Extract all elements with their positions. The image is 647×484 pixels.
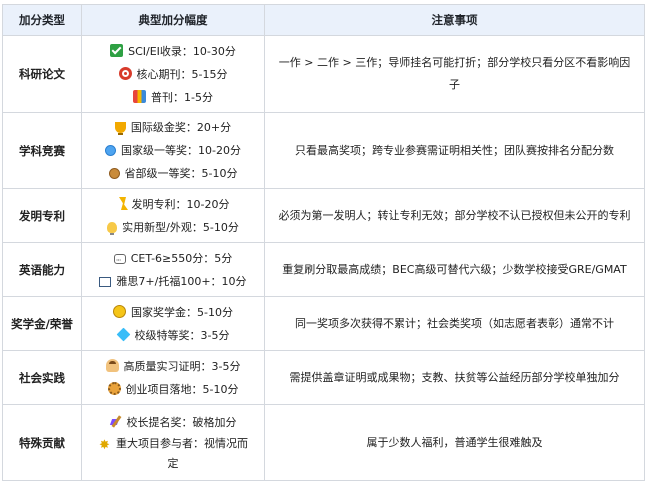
- header-notes: 注意事项: [264, 4, 645, 36]
- row-category: 奖学金/荣誉: [2, 296, 82, 351]
- header-category: 加分类型: [2, 4, 82, 36]
- list-item: 校级特等奖：3-5分: [84, 324, 262, 347]
- header-typical-points: 典型加分幅度: [81, 4, 265, 36]
- list-item: 创业项目落地：5-10分: [84, 378, 262, 401]
- row-category: 学科竞赛: [2, 112, 82, 189]
- row-items: 国家奖学金：5-10分 校级特等奖：3-5分: [81, 296, 265, 351]
- row-items: 国际级金奖：20+分 国家级一等奖：10-20分 省部级一等奖：5-10分: [81, 112, 265, 189]
- list-item: 国际级金奖：20+分: [84, 116, 262, 139]
- book-icon: [133, 89, 147, 103]
- row-note: 同一奖项多次获得不累计；社会类奖项（如志愿者表彰）通常不计: [264, 296, 645, 351]
- list-item: 校长提名奖：破格加分: [84, 411, 262, 434]
- row-category: 英语能力: [2, 242, 82, 297]
- list-item: 雅思7+/托福100+：10分: [84, 270, 262, 293]
- list-item: ✸ 重大项目参与者：视情况而定: [99, 437, 248, 470]
- list-item: 国家级一等奖：10-20分: [84, 139, 262, 162]
- row-category: 社会实践: [2, 350, 82, 405]
- row-category: 特殊贡献: [2, 404, 82, 481]
- person-icon: [105, 358, 119, 372]
- gear-icon: [107, 381, 121, 395]
- note-icon: [99, 276, 112, 287]
- table-row: 社会实践 高质量实习证明：3-5分 创业项目落地：5-10分 需提供盖章证明或成…: [2, 350, 645, 405]
- lightbulb-icon: [107, 221, 118, 235]
- list-item: 发明专利：10-20分: [84, 193, 262, 216]
- list-item: SCI/EI收录：10-30分: [84, 40, 262, 63]
- row-note: 重复刷分取最高成绩；BEC高级可替代六级；少数学校接受GRE/GMAT: [264, 242, 645, 297]
- table-row: 奖学金/荣誉 国家奖学金：5-10分 校级特等奖：3-5分 同一奖项多次获得不累…: [2, 296, 645, 351]
- row-note: 必须为第一发明人；转让专利无效；部分学校不认已授权但未公开的专利: [264, 188, 645, 243]
- row-items: 发明专利：10-20分 实用新型/外观：5-10分: [81, 188, 265, 243]
- list-item: 高质量实习证明：3-5分: [84, 355, 262, 378]
- row-items: CET-6≥550分：5分 雅思7+/托福100+：10分: [81, 242, 265, 297]
- table-row: 发明专利 发明专利：10-20分 实用新型/外观：5-10分 必须为第一发明人；…: [2, 188, 645, 243]
- list-item: 实用新型/外观：5-10分: [84, 216, 262, 239]
- table-row: 科研论文 SCI/EI收录：10-30分 核心期刊：5-15分 普刊：1-5分 …: [2, 35, 645, 113]
- row-items: 高质量实习证明：3-5分 创业项目落地：5-10分: [81, 350, 265, 405]
- list-item: CET-6≥550分：5分: [84, 247, 262, 272]
- table-header-row: 加分类型 典型加分幅度 注意事项: [2, 4, 645, 36]
- list-item: 普刊：1-5分: [84, 86, 262, 109]
- table-row: 英语能力 CET-6≥550分：5分 雅思7+/托福100+：10分 重复刷分取…: [2, 242, 645, 297]
- row-note: 属于少数人福利，普通学生很难触及: [264, 404, 645, 481]
- target-icon: [118, 66, 132, 80]
- list-item: 国家奖学金：5-10分: [84, 301, 262, 324]
- trophy-icon: [114, 122, 126, 135]
- row-category: 发明专利: [2, 188, 82, 243]
- list-item: 省部级一等奖：5-10分: [84, 162, 262, 185]
- lightning-icon: [117, 196, 128, 210]
- medal-icon: [108, 168, 120, 179]
- row-category: 科研论文: [2, 35, 82, 113]
- pen-icon: [110, 415, 122, 428]
- row-items: SCI/EI收录：10-30分 核心期刊：5-15分 普刊：1-5分: [81, 35, 265, 113]
- table-row: 学科竞赛 国际级金奖：20+分 国家级一等奖：10-20分 省部级一等奖：5-1…: [2, 112, 645, 189]
- diamond-icon: [116, 327, 130, 341]
- table-row: 特殊贡献 校长提名奖：破格加分 ✸ 重大项目参与者：视情况而定 属于少数人福利，普…: [2, 404, 645, 481]
- row-note: 需提供盖章证明或成果物；支教、扶贫等公益经历部分学校单独加分: [264, 350, 645, 405]
- coin-icon: [113, 304, 127, 318]
- row-note: 一作 > 二作 > 三作；导师挂名可能打折；部分学校只看分区不看影响因子: [264, 35, 645, 113]
- page: 加分类型 典型加分幅度 注意事项 科研论文 SCI/EI收录：10-30分 核心…: [0, 0, 647, 484]
- chat-bubble-icon: [113, 249, 126, 272]
- medal-icon: [105, 145, 117, 156]
- list-item: 核心期刊：5-15分: [84, 63, 262, 86]
- star-icon: ✸: [99, 438, 110, 453]
- row-note: 只看最高奖项；跨专业参赛需证明相关性；团队赛按排名分配分数: [264, 112, 645, 189]
- check-icon: [110, 43, 124, 57]
- row-items: 校长提名奖：破格加分 ✸ 重大项目参与者：视情况而定: [81, 404, 265, 481]
- bonus-points-table: 加分类型 典型加分幅度 注意事项 科研论文 SCI/EI收录：10-30分 核心…: [2, 4, 645, 481]
